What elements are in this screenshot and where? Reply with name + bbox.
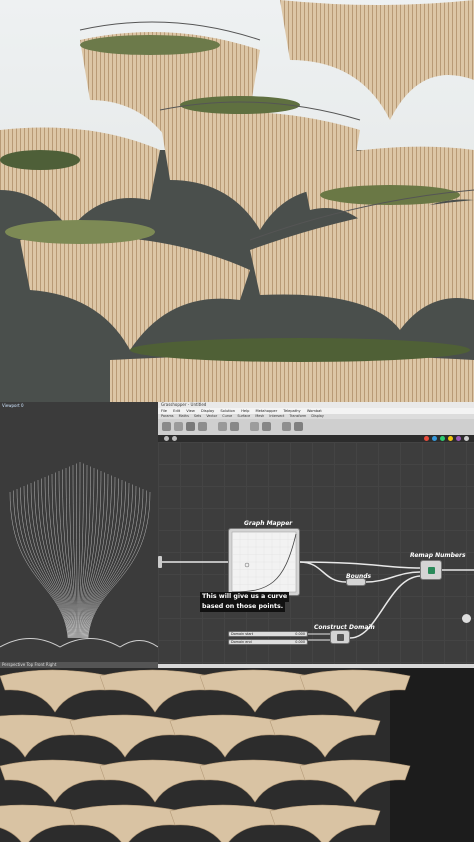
menu-item[interactable]: Metahopper (256, 409, 278, 413)
menu-item[interactable]: File (161, 409, 167, 413)
slider-label: Domain end (231, 640, 252, 644)
fan-curve (65, 467, 77, 639)
fan-curve (76, 463, 78, 639)
software-screenshot: Viewport 0 Perspective Top Front Right G… (0, 402, 474, 668)
bounds-node[interactable] (346, 578, 366, 586)
building-render-photo (0, 0, 474, 402)
construct-domain-node[interactable] (330, 630, 350, 644)
menu-item[interactable]: Solution (220, 409, 235, 413)
component-icon[interactable] (198, 422, 207, 431)
tab[interactable]: Sets (194, 414, 201, 418)
domain-start-slider[interactable]: Domain start 0.000 (228, 631, 308, 637)
facade-closeup-image (0, 668, 474, 842)
grasshopper-canvas[interactable]: Graph Mapper Bounds Remap Numbers Constr… (158, 442, 474, 664)
component-icon[interactable] (250, 422, 259, 431)
canvas-button[interactable] (164, 436, 169, 441)
graph-mapper-curve (231, 531, 297, 593)
menu-item[interactable]: Help (241, 409, 249, 413)
input-param[interactable] (158, 556, 162, 568)
fan-curves-preview (0, 461, 158, 648)
domain-end-slider[interactable]: Domain end 0.000 (228, 639, 308, 645)
subtitle-line: This will give us a curve (200, 592, 290, 602)
remap-icon (428, 567, 435, 574)
component-toolbar (158, 419, 474, 435)
fan-curve (84, 481, 126, 639)
tab[interactable]: Maths (179, 414, 189, 418)
fan-curve (85, 484, 133, 639)
canvas-button[interactable] (432, 436, 437, 441)
canvas-button[interactable] (440, 436, 445, 441)
fan-curve (20, 487, 70, 639)
component-icon[interactable] (262, 422, 271, 431)
canvas-button[interactable] (448, 436, 453, 441)
tab[interactable]: Intersect (269, 414, 284, 418)
tab[interactable]: Mesh (255, 414, 264, 418)
tab[interactable]: Display (311, 414, 324, 418)
component-icon[interactable] (294, 422, 303, 431)
tab[interactable]: Surface (237, 414, 250, 418)
slider-value: 0.000 (295, 632, 305, 636)
menu-item[interactable]: Display (201, 409, 214, 413)
component-icon[interactable] (186, 422, 195, 431)
graph-mapper-label: Graph Mapper (244, 520, 293, 527)
tab[interactable]: Transform (289, 414, 306, 418)
graph-mapper-node[interactable] (228, 528, 300, 596)
remap-numbers-label: Remap Numbers (410, 552, 466, 559)
grasshopper-window: Grasshopper - Untitled File Edit View Di… (158, 402, 474, 668)
component-icon[interactable] (218, 422, 227, 431)
slider-label: Domain start (231, 632, 254, 636)
remap-numbers-node[interactable] (420, 560, 442, 580)
domain-icon (337, 634, 344, 641)
menu-item[interactable]: Edit (173, 409, 180, 413)
slider-value: 0.000 (295, 640, 305, 644)
video-subtitle: This will give us a curve based on those… (200, 592, 290, 612)
fan-curve (9, 491, 69, 639)
menu-item[interactable]: View (186, 409, 195, 413)
building-render-image (0, 0, 474, 402)
canvas-button[interactable] (172, 436, 177, 441)
component-icon[interactable] (174, 422, 183, 431)
fan-curve (87, 491, 151, 639)
menu-item[interactable]: Telepathy (283, 409, 300, 413)
zoom-indicator-icon[interactable] (462, 614, 471, 623)
menu-item[interactable]: Wombat (307, 409, 322, 413)
fan-curve (34, 481, 72, 639)
tab[interactable]: Curve (222, 414, 232, 418)
canvas-button[interactable] (456, 436, 461, 441)
subtitle-line: based on those points. (200, 602, 286, 612)
canvas-button[interactable] (464, 436, 469, 441)
facade-closeup-photo (0, 668, 474, 842)
rhino-viewport[interactable]: Viewport 0 Perspective Top Front Right (0, 402, 158, 668)
canvas-toolbar (158, 435, 474, 442)
component-icon[interactable] (282, 422, 291, 431)
fan-curve (16, 488, 70, 639)
tab[interactable]: Vector (206, 414, 217, 418)
canvas-button[interactable] (424, 436, 429, 441)
tab[interactable]: Params (161, 414, 174, 418)
component-icon[interactable] (230, 422, 239, 431)
component-icon[interactable] (162, 422, 171, 431)
